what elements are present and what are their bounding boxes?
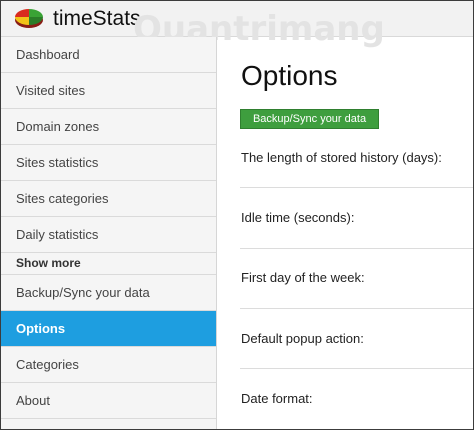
sidebar-item-categories[interactable]: Categories xyxy=(1,347,216,383)
sidebar-item-about[interactable]: About xyxy=(1,383,216,419)
sidebar-item-backup-sync[interactable]: Backup/Sync your data xyxy=(1,275,216,311)
option-divider xyxy=(240,368,473,369)
sidebar-item-sites-categories[interactable]: Sites categories xyxy=(1,181,216,217)
option-divider xyxy=(240,248,473,249)
sidebar-nav: Dashboard Visited sites Domain zones Sit… xyxy=(1,37,217,429)
sidebar-item-visited-sites[interactable]: Visited sites xyxy=(1,73,216,109)
main-content: Options Backup/Sync your data The length… xyxy=(218,37,473,429)
pie-chart-logo-icon xyxy=(15,9,43,28)
option-label-idle-time: Idle time (seconds): xyxy=(241,210,355,225)
option-divider xyxy=(240,308,473,309)
app-title: timeStats xyxy=(53,7,141,30)
option-label-first-day: First day of the week: xyxy=(241,270,365,285)
sidebar-item-dashboard[interactable]: Dashboard xyxy=(1,37,216,73)
header-bar: timeStats Quantrimang xyxy=(1,1,473,47)
option-label-date-format: Date format: xyxy=(241,391,313,406)
backup-sync-button[interactable]: Backup/Sync your data xyxy=(240,109,379,129)
option-label-history-length: The length of stored history (days): xyxy=(241,150,442,165)
page-title: Options xyxy=(241,60,338,91)
sidebar-item-sites-statistics[interactable]: Sites statistics xyxy=(1,145,216,181)
option-divider xyxy=(240,187,473,188)
sidebar-item-domain-zones[interactable]: Domain zones xyxy=(1,109,216,145)
sidebar-item-options[interactable]: Options xyxy=(1,311,216,347)
sidebar-item-daily-statistics[interactable]: Daily statistics xyxy=(1,217,216,253)
option-label-popup-action: Default popup action: xyxy=(241,331,364,346)
sidebar-show-more[interactable]: Show more xyxy=(1,253,216,275)
app-window: timeStats Quantrimang Dashboard Visited … xyxy=(0,0,474,430)
